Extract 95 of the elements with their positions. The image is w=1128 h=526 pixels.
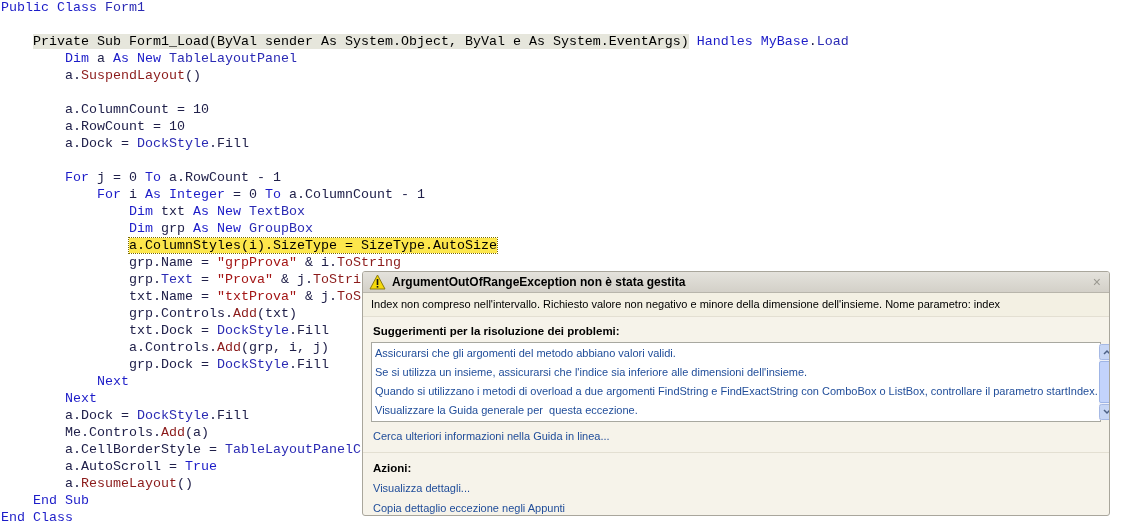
code-keyword: As New	[113, 51, 161, 66]
code-text: ()	[177, 476, 193, 491]
code-text: & j.	[281, 272, 313, 287]
code-text: i	[129, 187, 137, 202]
code-text: (txt)	[257, 306, 297, 321]
code-text: txt	[161, 204, 185, 219]
code-text: grp.	[129, 272, 161, 287]
action-link[interactable]: Copia dettaglio eccezione negli Appunti	[373, 499, 566, 515]
code-keyword: To	[145, 170, 161, 185]
code-method: Add	[233, 306, 257, 321]
exception-message: Index non compreso nell'intervallo. Richiesto valore non negativo e minore della dimensione dell'insieme. Nome parametro: index	[371, 297, 1001, 313]
code-keyword: Next	[65, 391, 97, 406]
code-method: ResumeLayout	[81, 476, 177, 491]
action-link[interactable]: Visualizza dettagli...	[373, 480, 471, 497]
code-text: .Fill	[209, 408, 249, 423]
code-text: (a)	[185, 425, 209, 440]
code-text: a.Dock =	[65, 408, 129, 423]
code-text: a.	[65, 68, 81, 83]
suggestion-link[interactable]: Assicurarsi che gli argomenti del metodo abbiano valori validi.	[375, 344, 1098, 364]
code-identifier: DockStyle	[137, 408, 209, 423]
code-keyword: As New	[193, 204, 241, 219]
code-text: txt.Name =	[129, 289, 209, 304]
code-text: j = 0	[97, 170, 137, 185]
suggestion-link[interactable]: Se si utilizza un insieme, assicurarsi che l'indice sia inferiore alle dimensioni dell'insieme.	[375, 363, 1098, 383]
code-text: a.RowCount - 1	[169, 170, 281, 185]
code-text: a.CellBorderStyle =	[65, 442, 217, 457]
code-method: Add	[161, 425, 185, 440]
scroll-down-icon[interactable]	[1098, 404, 1109, 421]
code-keyword: As Integer	[145, 187, 225, 202]
warning-icon	[369, 274, 386, 290]
code-method: ToString	[336, 255, 401, 270]
code-method: SuspendLayout	[81, 68, 185, 83]
code-keyword: Handles MyBase	[696, 34, 809, 49]
code-text: & i.	[304, 255, 337, 270]
code-text: grp.Dock =	[129, 357, 209, 372]
code-identifier: GroupBox	[249, 221, 313, 236]
code-string: "grpProva"	[217, 255, 297, 270]
code-string: "txtProva"	[217, 289, 297, 304]
code-keyword: Public Class	[1, 0, 97, 15]
section-heading: Azioni:	[373, 461, 412, 474]
code-keyword: True	[185, 459, 217, 474]
code-keyword: Dim	[65, 51, 89, 66]
code-text: ()	[185, 68, 201, 83]
code-text: a.Dock =	[65, 136, 129, 151]
help-link[interactable]: Cerca ulteriori informazioni nella Guida in linea...	[373, 430, 610, 443]
code-identifier: DockStyle	[217, 323, 289, 338]
code-identifier: Load	[816, 34, 849, 49]
code-text: a.ColumnCount = 10	[65, 102, 209, 117]
code-text: .Fill	[288, 357, 329, 372]
section-heading: Suggerimenti per la risoluzione dei problemi:	[373, 325, 620, 337]
code-text: grp.Name =	[129, 255, 209, 270]
code-keyword: As New	[193, 221, 241, 236]
code-keyword: Dim	[129, 204, 153, 219]
code-text: grp	[161, 221, 185, 236]
code-identifier: Form1	[105, 0, 145, 15]
code-keyword: To	[265, 187, 281, 202]
code-text: a.RowCount = 10	[65, 119, 185, 134]
code-text: = 0	[233, 187, 257, 202]
code-text: a.ColumnCount - 1	[289, 187, 425, 202]
code-text: =	[201, 272, 209, 287]
code-identifier: Text	[161, 272, 193, 287]
code-keyword: End Sub	[33, 493, 89, 508]
code-text: .Fill	[288, 323, 329, 338]
code-text: (grp, i, j)	[241, 340, 329, 355]
call-stack-statement: Private Sub Form1_Load(ByVal sender As System.Object, ByVal e As System.EventArgs)	[33, 34, 689, 49]
code-text: .Fill	[209, 136, 249, 151]
code-text: & j.	[304, 289, 337, 304]
code-text: txt.Dock =	[129, 323, 209, 338]
code-text: grp.Controls.	[129, 306, 233, 321]
code-text: a.Controls.	[129, 340, 217, 355]
code-identifier: TextBox	[249, 204, 305, 219]
code-text: a.	[65, 476, 81, 491]
suggestion-link[interactable]: Visualizzare la Guida generale per questa eccezione.	[375, 401, 1098, 421]
code-text: a	[97, 51, 105, 66]
code-string: "Prova"	[217, 272, 273, 287]
code-text: .	[808, 34, 817, 49]
code-identifier: TableLayoutPanel	[169, 51, 297, 66]
code-identifier: TableLayoutPanelC	[224, 442, 361, 457]
code-method: ToStri	[313, 272, 361, 287]
code-keyword: For	[65, 170, 89, 185]
current-statement: a.ColumnStyles(i).SizeType = SizeType.AutoSize	[129, 238, 497, 253]
code-text: a.AutoScroll =	[65, 459, 177, 474]
suggestion-link[interactable]: Quando si utilizzano i metodi di overload a due argomenti FindString e FindExactString con ComboBox o ListBox, controllare il parametro startIndex.	[375, 382, 1098, 402]
code-method: Add	[217, 340, 241, 355]
code-keyword: For	[97, 187, 121, 202]
code-identifier: DockStyle	[137, 136, 209, 151]
code-identifier: DockStyle	[217, 357, 289, 372]
code-keyword: Next	[97, 374, 129, 389]
code-text: Me.Controls.	[65, 425, 161, 440]
code-method: ToS	[336, 289, 361, 304]
code-keyword: Dim	[129, 221, 153, 236]
scroll-up-icon[interactable]	[1098, 344, 1109, 361]
dialog-title: ArgumentOutOfRangeException non è stata gestita	[392, 274, 687, 291]
scroll-thumb[interactable]	[1098, 361, 1109, 404]
code-keyword: End Class	[1, 510, 73, 525]
